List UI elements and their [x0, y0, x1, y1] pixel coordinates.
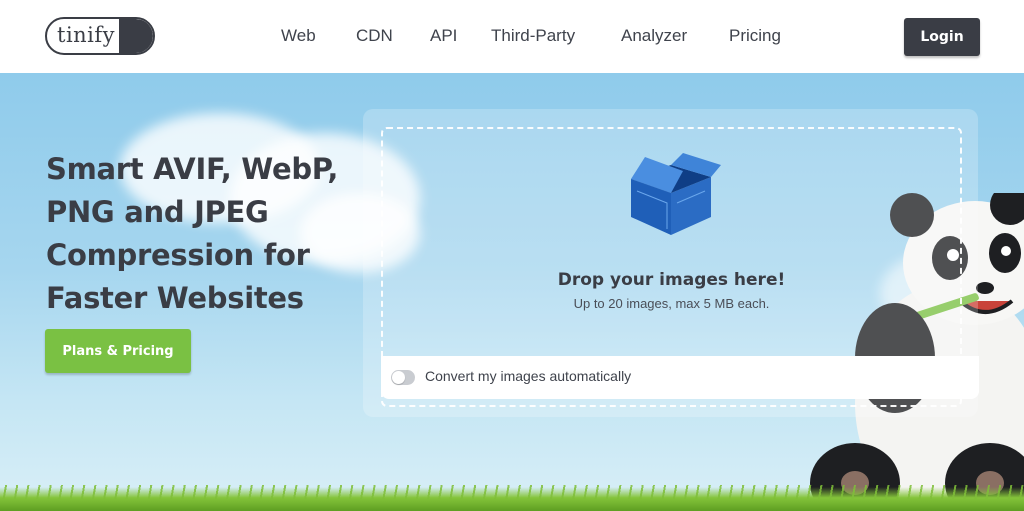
grass-blades-decoration	[0, 485, 1024, 499]
toggle-knob	[392, 371, 405, 384]
hero-section: Smart AVIF, WebP, PNG and JPEG Compressi…	[0, 73, 1024, 511]
login-button[interactable]: Login	[904, 18, 980, 56]
top-header: tinify Web CDN API Third-Party Analyzer …	[0, 0, 1024, 73]
convert-toggle[interactable]	[391, 370, 415, 385]
headline-line: PNG and JPEG	[46, 195, 269, 229]
logo-text: tinify	[57, 23, 116, 47]
drop-subtitle: Up to 20 images, max 5 MB each.	[573, 296, 770, 311]
nav-api[interactable]: API	[430, 26, 457, 46]
nav-web[interactable]: Web	[281, 26, 316, 46]
nav-third-party[interactable]: Third-Party	[491, 26, 575, 46]
headline-line: Smart AVIF, WebP,	[46, 152, 339, 186]
convert-option-bar: Convert my images automatically	[381, 356, 979, 399]
drop-title: Drop your images here!	[557, 270, 786, 290]
convert-label[interactable]: Convert my images automatically	[425, 368, 631, 384]
nav-pricing[interactable]: Pricing	[729, 26, 781, 46]
plans-pricing-button[interactable]: Plans & Pricing	[45, 329, 191, 373]
headline-line: Faster Websites	[46, 281, 304, 315]
tinify-logo[interactable]: tinify	[45, 17, 155, 55]
headline-line: Compression for	[46, 238, 310, 272]
nav-cdn[interactable]: CDN	[356, 26, 393, 46]
nav-analyzer[interactable]: Analyzer	[621, 26, 687, 46]
open-box-icon	[631, 153, 721, 235]
hero-headline: Smart AVIF, WebP, PNG and JPEG Compressi…	[46, 148, 366, 320]
logo-pill-accent	[119, 19, 153, 53]
